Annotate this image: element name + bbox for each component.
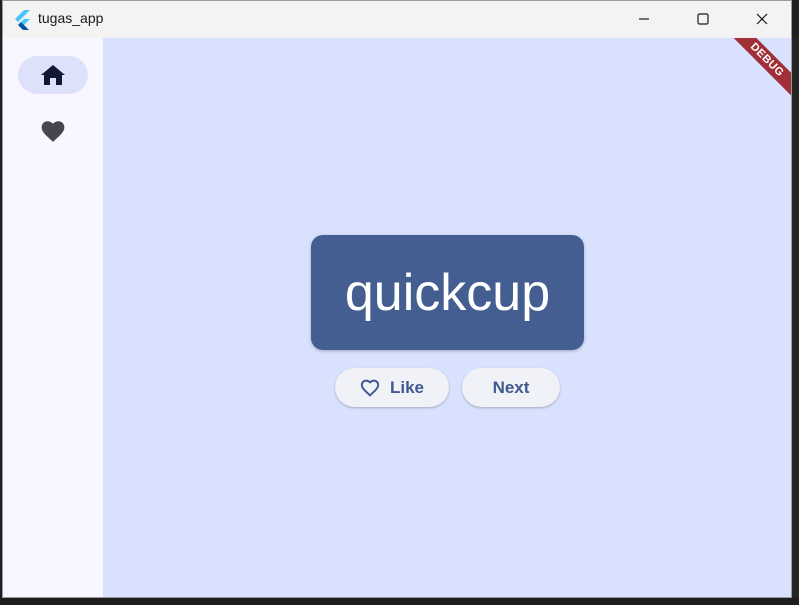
next-button[interactable]: Next — [462, 368, 560, 407]
word-pair-text: quickcup — [344, 263, 551, 322]
navigation-rail — [3, 38, 103, 597]
title-bar[interactable]: tugas_app — [3, 1, 791, 38]
main-area: DEBUG quickcup Like Next — [103, 38, 791, 597]
heart-outline-icon — [360, 379, 380, 397]
window-title: tugas_app — [38, 10, 104, 26]
heart-icon — [41, 121, 65, 142]
maximize-button[interactable] — [680, 1, 726, 37]
word-card: quickcup — [311, 235, 584, 350]
like-button[interactable]: Like — [335, 368, 449, 407]
maximize-icon — [697, 13, 709, 25]
close-icon — [756, 13, 768, 25]
home-icon — [41, 65, 65, 85]
rail-item-home[interactable] — [18, 56, 88, 94]
app-window: tugas_app DEBUG quickcup Like Next — [2, 0, 792, 598]
minimize-button[interactable] — [621, 1, 667, 37]
debug-banner: DEBUG — [722, 38, 791, 105]
flutter-logo-icon — [13, 10, 31, 31]
app-content: DEBUG quickcup Like Next — [3, 38, 791, 597]
like-label: Like — [389, 377, 425, 397]
close-button[interactable] — [739, 1, 785, 37]
taskbar-edge — [0, 597, 799, 605]
background-window-edge — [791, 37, 799, 597]
rail-item-favorites[interactable] — [18, 112, 88, 150]
minimize-icon — [639, 18, 649, 20]
next-label: Next — [492, 377, 530, 397]
